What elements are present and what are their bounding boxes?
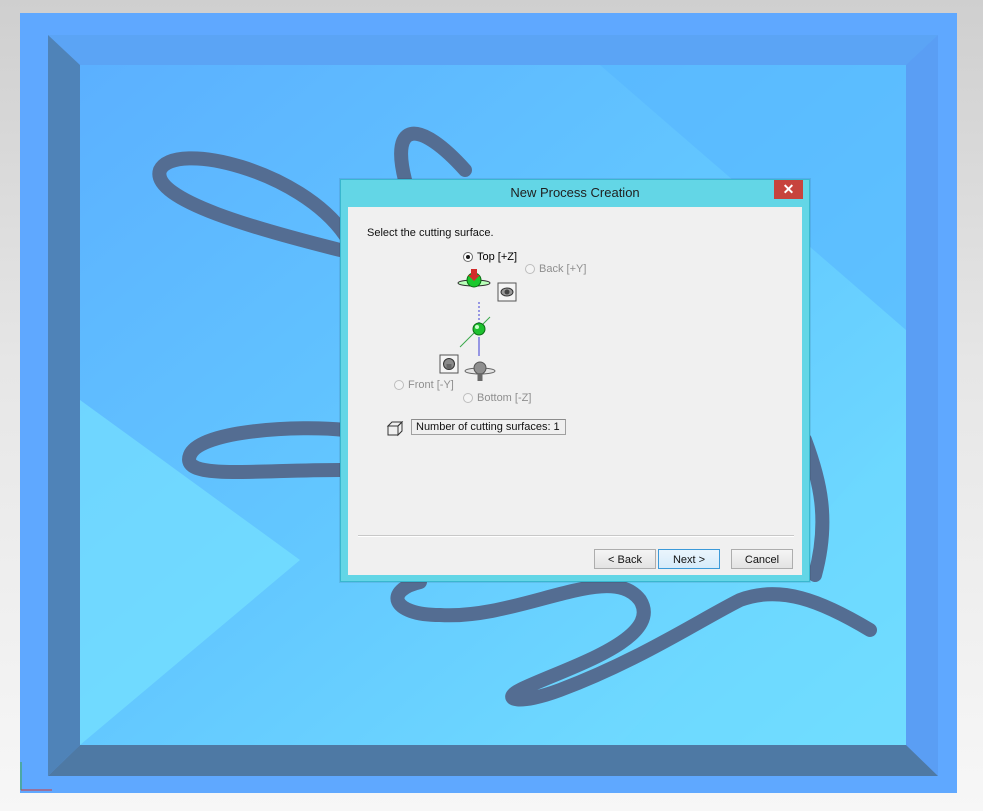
cancel-button[interactable]: Cancel (731, 549, 793, 569)
radio-bottom[interactable]: Bottom [-Z] (463, 392, 531, 404)
origin-sphere-icon (472, 322, 486, 336)
back-view-icon[interactable] (497, 282, 517, 302)
dialog-client-area: Select the cutting surface. Top [+Z] Bac… (348, 207, 802, 575)
new-process-dialog: New Process Creation ✕ Select the cuttin… (340, 179, 810, 582)
radio-label-back: Back [+Y] (539, 263, 587, 275)
radio-indicator (394, 380, 404, 390)
dialog-titlebar[interactable]: New Process Creation ✕ (341, 180, 809, 206)
pocket-wall-right (906, 35, 938, 776)
dialog-title: New Process Creation (510, 185, 640, 200)
pocket-wall-bottom (48, 745, 938, 776)
back-button[interactable]: < Back (594, 549, 656, 569)
next-button[interactable]: Next > (658, 549, 720, 569)
pocket-wall-top (48, 35, 938, 65)
cutting-surface-count: Number of cutting surfaces: 1 (411, 419, 566, 435)
radio-indicator (463, 393, 473, 403)
close-button[interactable]: ✕ (774, 180, 803, 199)
instruction-text: Select the cutting surface. (367, 227, 494, 239)
top-surface-icon[interactable] (457, 269, 491, 288)
pocket-wall-left (48, 35, 80, 776)
orientation-diagram (439, 269, 517, 381)
radio-label-bottom: Bottom [-Z] (477, 392, 532, 404)
button-separator (358, 535, 794, 537)
bottom-surface-icon[interactable] (464, 361, 496, 381)
front-view-icon[interactable] (439, 354, 459, 374)
close-icon: ✕ (782, 181, 795, 197)
cube-outline-icon (386, 421, 404, 437)
